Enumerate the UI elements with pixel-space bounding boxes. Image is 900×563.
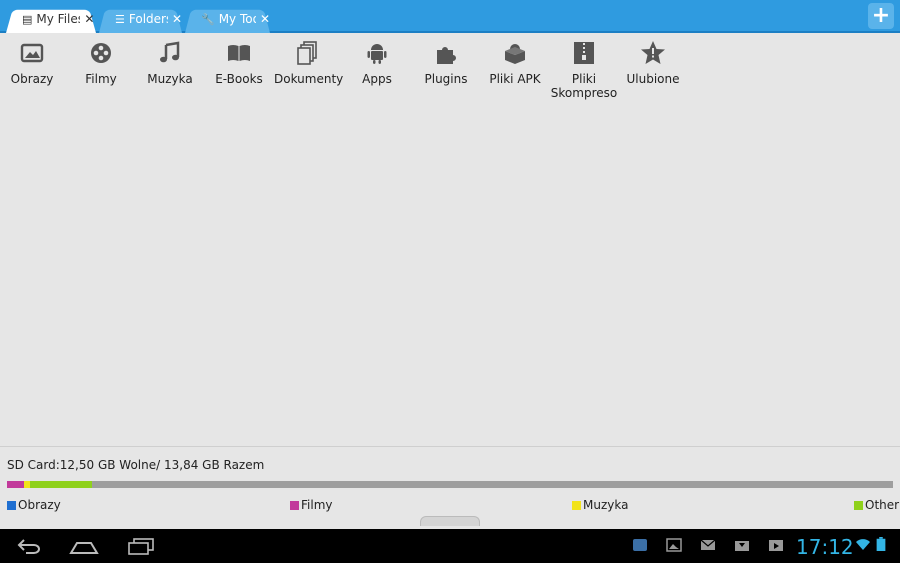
legend-label: Filmy bbox=[301, 498, 333, 512]
wifi-icon bbox=[856, 539, 870, 550]
usage-segment-other bbox=[30, 481, 93, 488]
add-tab-button[interactable]: + bbox=[868, 3, 894, 29]
battery-icon bbox=[876, 537, 886, 551]
app-notification-icon[interactable] bbox=[632, 538, 648, 552]
category-label: Apps bbox=[362, 72, 392, 86]
plus-icon: + bbox=[871, 3, 891, 28]
star-icon bbox=[641, 41, 665, 64]
category-label: Muzyka bbox=[147, 72, 193, 86]
category-filmy[interactable]: Filmy bbox=[67, 40, 135, 86]
legend-filmy: Filmy bbox=[290, 498, 333, 512]
tab-label: My Tools bbox=[218, 12, 256, 26]
tab-bar: ▤ My Files ✕ ☰ Folders ✕ 🔧 My Tools ✕ + bbox=[0, 0, 900, 33]
mail-notification-icon[interactable] bbox=[700, 538, 716, 552]
category-dokumenty[interactable]: Dokumenty bbox=[274, 40, 344, 86]
drawer-handle[interactable] bbox=[420, 516, 480, 526]
puzzle-icon bbox=[437, 47, 456, 64]
legend-swatch bbox=[854, 500, 863, 510]
download-notification-icon[interactable] bbox=[734, 538, 750, 552]
legend-label: Muzyka bbox=[583, 498, 629, 512]
category-label: Filmy bbox=[85, 72, 117, 86]
zip-archive-icon bbox=[574, 42, 594, 64]
apk-box-icon bbox=[505, 44, 525, 64]
legend-swatch bbox=[290, 500, 299, 510]
tab-label: My Files bbox=[36, 12, 81, 26]
legend-swatch bbox=[572, 500, 581, 510]
legend-swatch bbox=[7, 500, 16, 510]
storage-summary: SD Card:12,50 GB Wolne/ 13,84 GB Razem bbox=[7, 458, 265, 472]
category-pliki-apk[interactable]: Pliki APK bbox=[481, 40, 549, 86]
legend-other: Other bbox=[854, 498, 899, 512]
legend-muzyka: Muzyka bbox=[572, 498, 628, 512]
usage-segment-filmy bbox=[7, 481, 24, 488]
gallery-notification-icon[interactable] bbox=[666, 538, 682, 552]
tab-label: Folders bbox=[128, 12, 168, 26]
category-ulubione[interactable]: Ulubione bbox=[619, 40, 687, 86]
wrench-icon: 🔧 bbox=[201, 12, 215, 26]
tab-my-tools[interactable]: 🔧 My Tools ✕ bbox=[185, 5, 270, 33]
system-navigation-bar: 17:12 bbox=[0, 529, 900, 563]
tab-folders[interactable]: ☰ Folders ✕ bbox=[99, 5, 182, 33]
category-plugins[interactable]: Plugins bbox=[412, 40, 480, 86]
category-grid: Obrazy Filmy Muzyka E-Books Dokumenty Ap… bbox=[0, 40, 700, 110]
category-label: Pliki Skompreso bbox=[550, 72, 618, 100]
android-icon bbox=[367, 44, 387, 64]
close-icon[interactable]: ✕ bbox=[172, 12, 182, 26]
category-pliki-skompresowane[interactable]: Pliki Skompreso bbox=[550, 40, 618, 100]
category-muzyka[interactable]: Muzyka bbox=[136, 40, 204, 86]
play-store-notification-icon[interactable] bbox=[768, 538, 784, 552]
category-obrazy[interactable]: Obrazy bbox=[0, 40, 66, 86]
music-note-icon bbox=[160, 41, 180, 63]
back-icon[interactable] bbox=[14, 535, 44, 557]
category-label: Plugins bbox=[424, 72, 468, 86]
category-label: Ulubione bbox=[626, 72, 680, 86]
storage-panel: SD Card:12,50 GB Wolne/ 13,84 GB Razem O… bbox=[0, 446, 900, 526]
category-apps[interactable]: Apps bbox=[343, 40, 411, 86]
home-icon[interactable] bbox=[69, 535, 99, 557]
close-icon[interactable]: ✕ bbox=[84, 12, 94, 26]
category-label: E-Books bbox=[215, 72, 263, 86]
legend-label: Other bbox=[865, 498, 900, 512]
book-icon bbox=[228, 45, 250, 61]
list-icon: ☰ bbox=[115, 12, 125, 26]
category-label: Dokumenty bbox=[274, 72, 344, 86]
recent-apps-icon[interactable] bbox=[126, 535, 156, 557]
document-icon: ▤ bbox=[22, 12, 33, 26]
documents-icon bbox=[297, 41, 317, 65]
film-reel-icon bbox=[91, 43, 111, 63]
legend-obrazy: Obrazy bbox=[7, 498, 61, 512]
category-label: Pliki APK bbox=[489, 72, 541, 86]
clock[interactable]: 17:12 bbox=[796, 535, 854, 559]
legend-label: Obrazy bbox=[18, 498, 61, 512]
category-label: Obrazy bbox=[10, 72, 54, 86]
storage-usage-bar bbox=[7, 481, 893, 488]
close-icon[interactable]: ✕ bbox=[260, 12, 270, 26]
image-icon bbox=[20, 43, 44, 63]
category-ebooks[interactable]: E-Books bbox=[205, 40, 273, 86]
tab-my-files[interactable]: ▤ My Files ✕ bbox=[6, 5, 96, 33]
